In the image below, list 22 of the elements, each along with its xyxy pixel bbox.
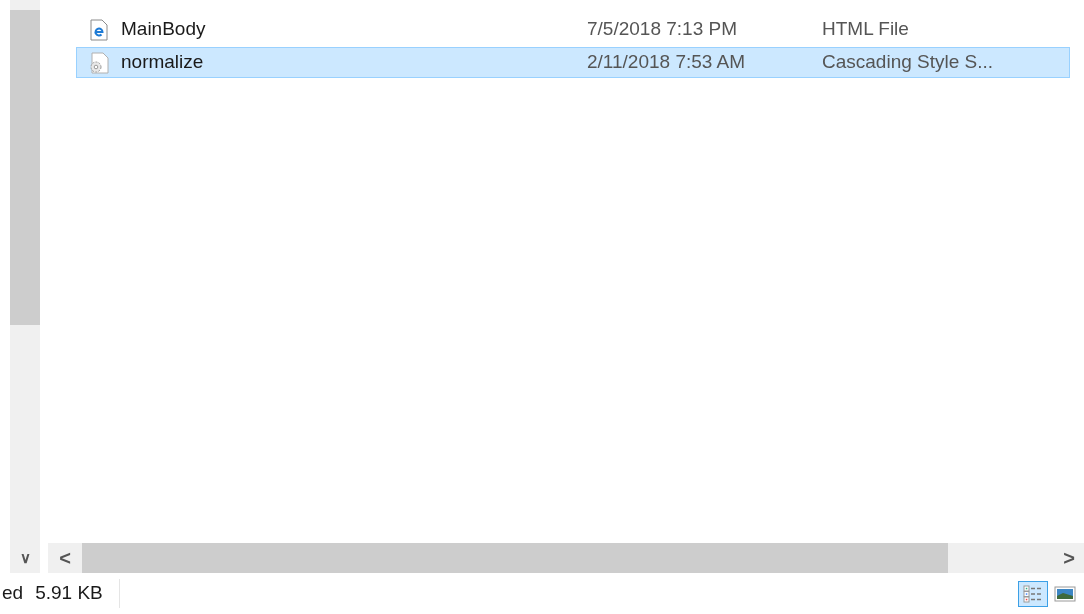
scrollbar-thumb[interactable] xyxy=(10,10,40,325)
scroll-left-button[interactable]: < xyxy=(48,543,82,573)
details-view-icon xyxy=(1023,584,1043,603)
status-text: ed xyxy=(2,581,24,606)
file-name: normalize xyxy=(121,50,205,75)
file-type: HTML File xyxy=(822,17,909,42)
gear-file-icon xyxy=(89,51,109,74)
file-date: 2/11/2018 7:53 AM xyxy=(587,50,747,75)
web-file-icon xyxy=(90,18,108,41)
file-type: Cascading Style S... xyxy=(822,50,994,75)
file-row[interactable]: normalize 2/11/2018 7:53 AM Cascading Style S... xyxy=(76,47,1070,78)
picture-view-icon xyxy=(1054,584,1076,603)
scroll-right-button[interactable]: > xyxy=(1054,543,1084,573)
file-date: 7/5/2018 7:13 PM xyxy=(587,17,738,42)
file-name: MainBody xyxy=(121,17,207,42)
scrollbar-thumb[interactable] xyxy=(82,543,948,573)
file-row[interactable]: MainBody 7/5/2018 7:13 PM HTML File xyxy=(76,14,1070,45)
view-button[interactable] xyxy=(1018,580,1048,607)
vertical-scrollbar[interactable] xyxy=(10,0,40,543)
scroll-down-button[interactable]: ∨ xyxy=(10,543,40,573)
horizontal-scrollbar[interactable]: < > xyxy=(48,543,1084,573)
status-size: 5.91 KB xyxy=(35,579,120,608)
